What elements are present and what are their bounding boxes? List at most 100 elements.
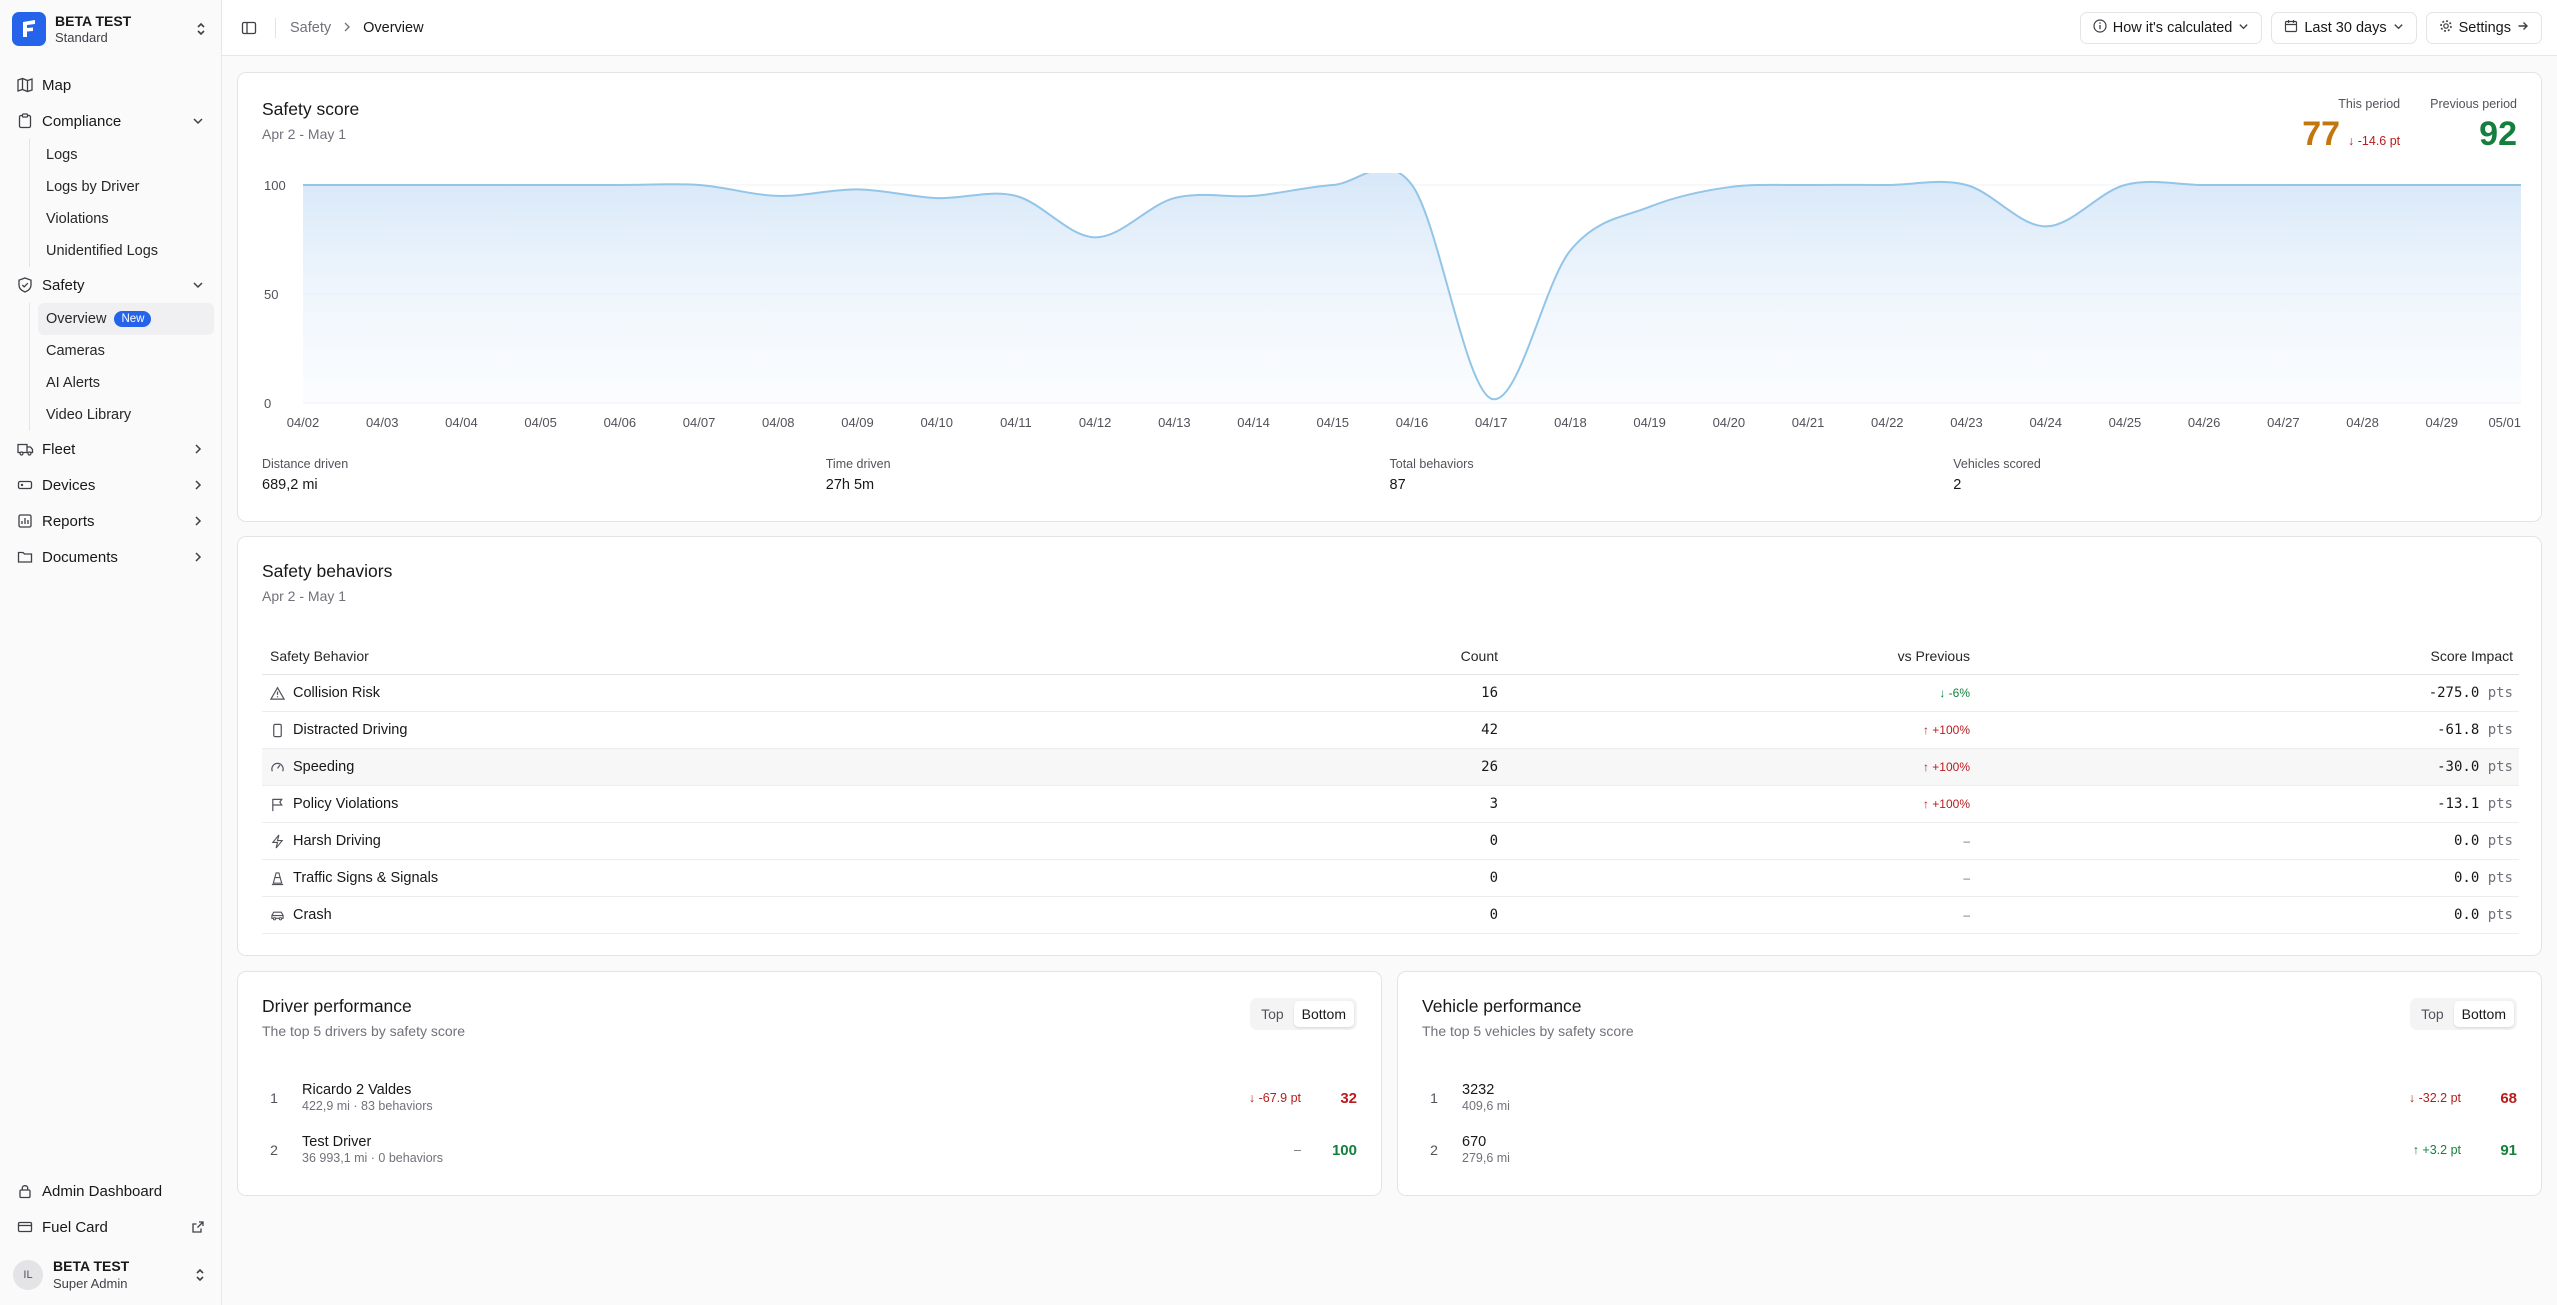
col-vs-previous[interactable]: vs Previous — [1498, 648, 1970, 664]
shield-check-icon — [15, 275, 35, 295]
toggle-top[interactable]: Top — [2413, 1001, 2452, 1027]
sidebar-item-devices[interactable]: Devices — [7, 467, 214, 503]
table-row[interactable]: Speeding 26 ↑ +100% -30.0 pts — [262, 749, 2519, 786]
vs-previous-cell: – — [1498, 908, 1970, 922]
date-range-button[interactable]: Last 30 days — [2271, 11, 2417, 44]
sidebar-item-label: Devices — [42, 476, 96, 494]
x-tick-label: 04/16 — [1396, 415, 1429, 430]
list-item[interactable]: 1 Ricardo 2 Valdes 422,9 mi · 83 behaviors… — [262, 1072, 1357, 1124]
rank: 1 — [1430, 1090, 1438, 1106]
table-row[interactable]: Traffic Signs & Signals 0–0.0 pts — [262, 860, 2519, 897]
table-row[interactable]: Collision Risk 16 ↓ -6% -275.0 pts — [262, 675, 2519, 712]
toggle-top[interactable]: Top — [1253, 1001, 1292, 1027]
arrow-down-icon: ↓ — [2408, 1091, 2416, 1105]
sidebar-item-documents[interactable]: Documents — [7, 539, 214, 575]
stat-value: 2 — [1953, 477, 1962, 493]
flag-icon — [270, 797, 285, 812]
x-tick-label: 04/14 — [1237, 415, 1270, 430]
vs-previous-cell: ↓ -6% — [1498, 686, 1970, 700]
sidebar-item-overview[interactable]: Overview New — [38, 303, 214, 335]
x-tick-label: 04/18 — [1554, 415, 1587, 430]
warning-icon — [270, 685, 285, 701]
driver-list: 1 Ricardo 2 Valdes 422,9 mi · 83 behaviors… — [262, 1072, 1357, 1176]
sidebar-item-reports[interactable]: Reports — [7, 503, 214, 539]
sidebar-item-label: Compliance — [42, 112, 122, 130]
safety-score-title: Safety score — [262, 99, 360, 119]
this-period-label: This period — [2338, 97, 2401, 111]
sidebar-item-safety[interactable]: Safety — [7, 267, 214, 303]
score-impact-value: -61.8 — [2437, 722, 2480, 738]
arrow-up-icon: ↑ — [1922, 723, 1929, 737]
score-delta: ↓ -14.6 pt — [2348, 134, 2400, 148]
col-score-impact[interactable]: Score Impact — [1970, 648, 2519, 664]
score-delta-value: -32.2 pt — [2418, 1091, 2461, 1105]
compliance-submenu: Logs Logs by Driver Violations Unidentif… — [29, 139, 214, 267]
item-name: Test Driver — [302, 1133, 372, 1150]
list-item[interactable]: 2 Test Driver 36 993,1 mi · 0 behaviors – 10… — [262, 1124, 1357, 1176]
x-tick-label: 04/09 — [841, 415, 874, 430]
card-icon — [15, 1217, 35, 1237]
col-count[interactable]: Count — [912, 648, 1498, 664]
stat-vehicles: Vehicles scored 2 — [1953, 457, 2517, 493]
sidebar-item-fleet[interactable]: Fleet — [7, 431, 214, 467]
org-switcher[interactable]: BETA TEST Standard — [0, 0, 221, 58]
period-comparison: This period 77 ↓ -14.6 pt Previous perio… — [2302, 97, 2517, 154]
clipboard-icon — [15, 111, 35, 131]
safety-score: 32 — [1340, 1089, 1357, 1107]
toggle-bottom[interactable]: Bottom — [2453, 1001, 2514, 1027]
x-tick-label: 04/21 — [1792, 415, 1825, 430]
breadcrumb-safety[interactable]: Safety — [290, 20, 331, 36]
score-delta: ↑ +3.2 pt — [2341, 1143, 2461, 1157]
sidebar-item-video-library[interactable]: Video Library — [38, 399, 214, 431]
how-calculated-button[interactable]: How it's calculated — [2079, 11, 2263, 44]
user-menu[interactable]: IL BETA TEST Super Admin — [7, 1245, 214, 1305]
score-impact-cell: 0.0 pts — [1970, 907, 2519, 923]
y-tick-label: 50 — [264, 287, 278, 302]
list-item[interactable]: 1 3232 409,6 mi ↓ -32.2 pt 68 — [1422, 1072, 2517, 1124]
col-behavior[interactable]: Safety Behavior — [262, 648, 912, 664]
score-impact-unit: pts — [2487, 870, 2513, 886]
safety-score: 91 — [2500, 1141, 2517, 1159]
stat-value: 27h 5m — [825, 477, 875, 493]
safety-score: 100 — [1331, 1141, 1357, 1159]
sidebar-toggle-icon[interactable] — [237, 16, 261, 40]
sidebar-item-unidentified-logs[interactable]: Unidentified Logs — [38, 235, 214, 267]
sidebar-item-admin-dashboard[interactable]: Admin Dashboard — [7, 1173, 214, 1209]
score-impact-value: 0.0 — [2453, 870, 2480, 886]
chevron-right-icon — [190, 549, 206, 565]
bolt-icon — [270, 834, 285, 849]
sidebar-item-label: Reports — [42, 512, 95, 530]
x-tick-label: 04/19 — [1633, 415, 1666, 430]
arrow-down-icon: ↓ — [1248, 1091, 1256, 1105]
sidebar-item-logs-by-driver[interactable]: Logs by Driver — [38, 171, 214, 203]
table-row[interactable]: Distracted Driving 42 ↑ +100% -61.8 pts — [262, 712, 2519, 749]
settings-button[interactable]: Settings — [2425, 11, 2542, 44]
driver-performance-card: Driver performance The top 5 drivers by … — [237, 971, 1382, 1196]
sidebar-item-fuel-card[interactable]: Fuel Card — [7, 1209, 214, 1245]
arrow-down-icon: ↓ — [2348, 134, 2355, 148]
item-name: 670 — [1462, 1133, 1487, 1150]
chevron-right-icon — [342, 20, 352, 35]
table-row[interactable]: Policy Violations 3 ↑ +100% -13.1 pts — [262, 786, 2519, 823]
table-row[interactable]: Crash 0–0.0 pts — [262, 897, 2519, 934]
stat-value: 87 — [1389, 477, 1406, 493]
safety-score-range: Apr 2 - May 1 — [262, 126, 347, 142]
sidebar-item-compliance[interactable]: Compliance — [7, 103, 214, 139]
how-calculated-label: How it's calculated — [2112, 19, 2233, 36]
sidebar-item-violations[interactable]: Violations — [38, 203, 214, 235]
sidebar-item-ai-alerts[interactable]: AI Alerts — [38, 367, 214, 399]
list-item[interactable]: 2 670 279,6 mi ↑ +3.2 pt 91 — [1422, 1124, 2517, 1176]
score-delta-value: -14.6 pt — [2357, 134, 2401, 148]
behavior-name: Traffic Signs & Signals — [293, 870, 439, 886]
score-delta: ↓ -32.2 pt — [2341, 1091, 2461, 1105]
chevron-down-icon — [190, 113, 206, 129]
toggle-bottom[interactable]: Bottom — [1293, 1001, 1354, 1027]
sidebar-item-logs[interactable]: Logs — [38, 139, 214, 171]
sidebar-item-cameras[interactable]: Cameras — [38, 335, 214, 367]
vs-previous-value: -6% — [1948, 686, 1970, 700]
score-impact-unit: pts — [2487, 907, 2513, 923]
date-range-label: Last 30 days — [2304, 19, 2387, 36]
table-row[interactable]: Harsh Driving 0–0.0 pts — [262, 823, 2519, 860]
item-name: 3232 — [1462, 1081, 1495, 1098]
sidebar-item-map[interactable]: Map — [7, 67, 214, 103]
